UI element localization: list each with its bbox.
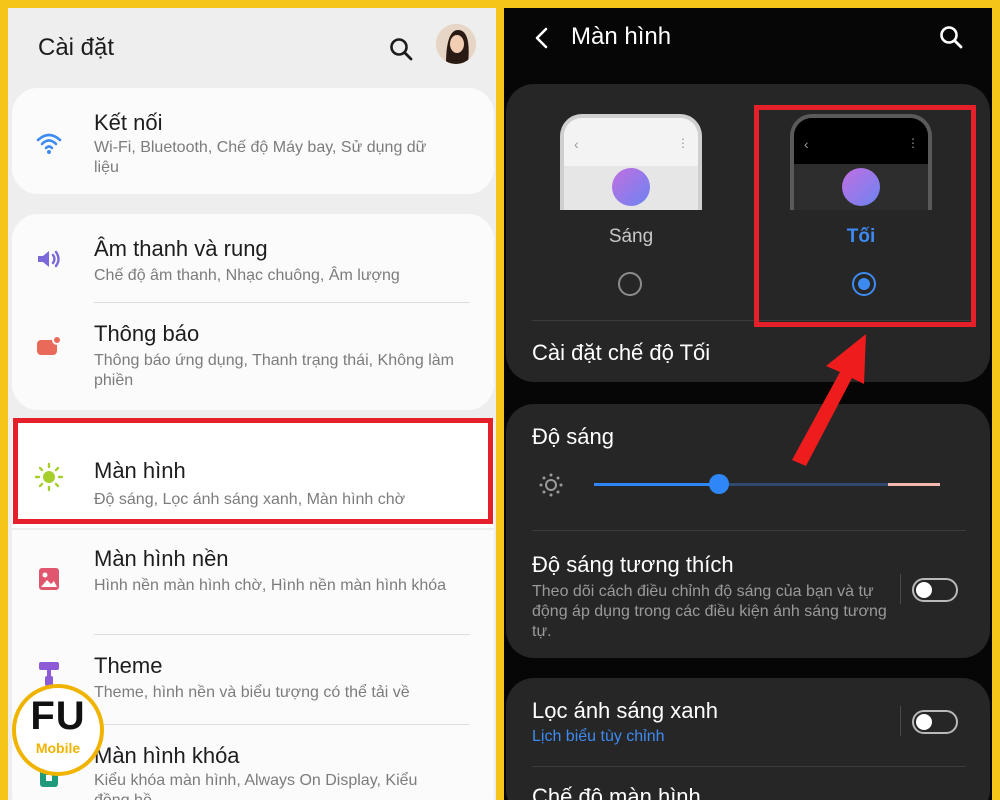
wifi-icon xyxy=(34,128,64,158)
page-title: Cài đặt xyxy=(38,34,115,61)
highlight-box-display xyxy=(13,418,493,524)
settings-item-title: Kết nối xyxy=(94,110,163,135)
divider xyxy=(532,766,966,767)
blue-light-card: Lọc ánh sáng xanh Lịch biểu tùy chỉnh Ch… xyxy=(506,678,990,800)
settings-item-subtitle: Thông báo ứng dụng, Thanh trạng thái, Kh… xyxy=(94,352,455,389)
divider xyxy=(532,530,966,531)
brightness-label: Độ sáng xyxy=(532,424,614,449)
light-theme-radio[interactable] xyxy=(618,272,642,296)
settings-panel: Cài đặt Kết nối Wi-Fi, Bluetooth, Chế độ… xyxy=(8,8,496,800)
settings-item-subtitle: Wi-Fi, Bluetooth, Chế độ Máy bay, Sử dụn… xyxy=(94,139,427,176)
pointer-arrow-icon xyxy=(792,334,866,466)
chevron-left-icon: ‹ xyxy=(574,136,579,152)
speaker-icon xyxy=(34,244,64,274)
settings-item-connections[interactable]: Kết nối Wi-Fi, Bluetooth, Chế độ Máy bay… xyxy=(12,88,494,194)
fu-mobile-logo: FU Mobile xyxy=(12,684,104,776)
page-title: Màn hình xyxy=(571,23,672,50)
settings-group-connections: Kết nối Wi-Fi, Bluetooth, Chế độ Máy bay… xyxy=(12,88,494,194)
settings-item-subtitle: Hình nền màn hình chờ, Hình nền màn hình… xyxy=(94,577,447,594)
settings-item-title: Theme xyxy=(94,653,163,678)
blue-light-filter-label: Lọc ánh sáng xanh xyxy=(532,698,718,723)
notification-icon xyxy=(34,331,64,361)
settings-item-subtitle: Theme, hình nền và biểu tượng có thể tải… xyxy=(94,684,410,701)
settings-header: Cài đặt xyxy=(8,8,496,86)
blue-light-schedule-link[interactable]: Lịch biểu tùy chỉnh xyxy=(532,728,665,746)
settings-group-sound-notifications: Âm thanh và rung Chế độ âm thanh, Nhạc c… xyxy=(12,214,494,410)
settings-item-wallpaper[interactable]: Màn hình nền Hình nền màn hình chờ, Hình… xyxy=(12,530,494,630)
divider xyxy=(900,706,901,736)
blue-light-filter-toggle[interactable] xyxy=(912,710,958,734)
brightness-slider-end xyxy=(888,483,940,486)
light-theme-label: Sáng xyxy=(608,226,654,247)
dark-mode-settings-link[interactable]: Cài đặt chế độ Tối xyxy=(532,340,710,366)
adaptive-brightness-label: Độ sáng tương thích xyxy=(532,552,734,577)
settings-item-title: Âm thanh và rung xyxy=(94,236,268,261)
light-theme-preview[interactable]: ‹ ⋮ xyxy=(560,114,702,210)
adaptive-brightness-description: Theo dõi cách điều chỉnh độ sáng của bạn… xyxy=(532,583,887,640)
brightness-slider-thumb[interactable] xyxy=(709,474,729,494)
wallpaper-icon xyxy=(34,564,64,594)
highlight-box-dark-theme xyxy=(754,105,976,327)
brightness-slider-fill xyxy=(594,483,719,486)
brightness-low-icon xyxy=(536,470,566,500)
settings-item-title: Màn hình khóa xyxy=(94,743,240,768)
brightness-card: Độ sáng Độ sáng tương thích Theo dõi các… xyxy=(506,404,990,658)
adaptive-brightness-toggle[interactable] xyxy=(912,578,958,602)
search-icon[interactable] xyxy=(388,36,414,62)
preview-circle xyxy=(612,168,650,206)
divider xyxy=(900,574,901,604)
settings-item-title: Thông báo xyxy=(94,321,200,346)
screen-mode-label[interactable]: Chế độ màn hình xyxy=(532,784,701,800)
logo-text: FU xyxy=(30,694,86,738)
settings-item-notifications[interactable]: Thông báo Thông báo ứng dụng, Thanh trạn… xyxy=(12,303,494,409)
more-icon: ⋮ xyxy=(677,136,689,150)
settings-item-subtitle: Chế độ âm thanh, Nhạc chuông, Âm lượng xyxy=(94,267,400,284)
settings-item-sound[interactable]: Âm thanh và rung Chế độ âm thanh, Nhạc c… xyxy=(12,214,494,302)
avatar[interactable] xyxy=(436,24,476,64)
search-icon[interactable] xyxy=(938,24,964,50)
logo-subtext: Mobile xyxy=(35,740,81,756)
settings-item-title: Màn hình nền xyxy=(94,546,229,571)
settings-item-subtitle: Kiểu khóa màn hình, Always On Display, K… xyxy=(94,772,418,800)
back-arrow-icon[interactable] xyxy=(532,26,552,50)
